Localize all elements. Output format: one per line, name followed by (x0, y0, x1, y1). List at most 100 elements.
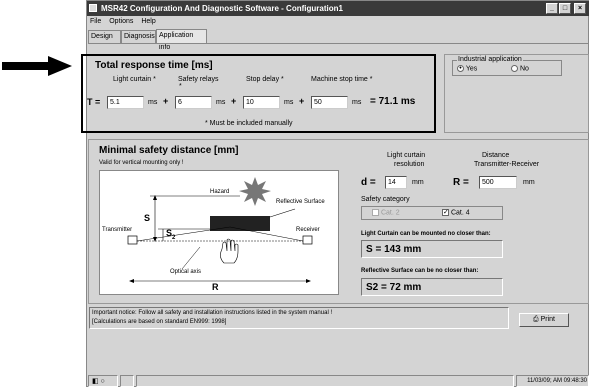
menu-file[interactable]: File (90, 18, 101, 25)
notice-box: Important notice: Follow all safety and … (89, 307, 509, 329)
radio-yes[interactable]: • Yes (457, 65, 477, 72)
safety-category-label: Safety category (361, 196, 410, 203)
receiver-label: Receiver (296, 227, 320, 233)
r-arrow-left (129, 279, 134, 283)
window-title: MSR42 Configuration And Diagnostic Softw… (101, 4, 343, 13)
light-curtain-unit: ms (148, 99, 158, 106)
menu-options[interactable]: Options (109, 18, 133, 25)
notice-line-1: Important notice: Follow all safety and … (92, 310, 333, 316)
distance-label-2: Transmitter-Receiver (474, 161, 540, 168)
s2-label: S2 (166, 228, 175, 241)
distance-label-1: Distance (482, 152, 510, 159)
cat4-box[interactable]: ✓ (442, 209, 449, 216)
distance-input[interactable]: 500 (479, 176, 517, 189)
stop-delay-col-label: Stop delay * (246, 76, 284, 83)
d-label: d = (361, 177, 376, 188)
app-window: MSR42 Configuration And Diagnostic Softw… (81, 0, 589, 387)
safety-relays-mark: * (179, 83, 182, 90)
hazard-icon (239, 177, 271, 206)
stop-delay-input[interactable]: 10 (243, 96, 280, 109)
radio-yes-dot[interactable]: • (457, 65, 464, 72)
status-timestamp: 11/03/09; AM 09:48:30 (516, 375, 589, 387)
optical-axis-pointer (181, 246, 201, 270)
plus-2: + (231, 96, 237, 106)
r-label: R (212, 282, 219, 292)
safety-relays-input[interactable]: 6 (175, 96, 212, 109)
reflective-surface-label: Reflective Surface (276, 199, 325, 205)
safety-diagram: Hazard Reflective Surface Transmitter Re… (99, 170, 339, 295)
cat2-checkbox[interactable]: Cat. 2 (372, 209, 400, 216)
result-s2-label: Reflective Surface can be no closer than… (361, 268, 479, 274)
cat4-checkbox[interactable]: ✓ Cat. 4 (442, 209, 470, 216)
hand-icon (220, 238, 239, 264)
total-response-value: = 71.1 ms (370, 96, 416, 107)
close-button[interactable]: × (574, 3, 586, 14)
connection-icon: ◧ ○ (92, 378, 105, 385)
status-cell-2 (120, 375, 134, 387)
response-time-panel: Total response time [ms] Light curtain *… (81, 54, 436, 133)
radio-no-label: No (519, 65, 529, 73)
maximize-button[interactable]: □ (559, 3, 571, 14)
industrial-panel: Industrial application • Yes No (444, 54, 589, 133)
response-title: Total response time [ms] (95, 60, 213, 71)
industrial-label: Industrial application (457, 56, 523, 63)
radio-no[interactable]: No (511, 65, 529, 72)
result-s-label: Light Curtain can be mounted no closer t… (361, 231, 491, 237)
transmitter-label: Transmitter (102, 227, 133, 233)
tab-application-info[interactable]: Application info (156, 29, 207, 51)
r-arrow-right (306, 279, 311, 283)
menu-bar: File Options Help (87, 16, 589, 28)
plus-1: + (163, 96, 169, 106)
radio-no-dot[interactable] (511, 65, 518, 72)
pointer-arrow-icon (2, 56, 72, 76)
machine-stop-input[interactable]: 50 (311, 96, 348, 109)
safety-relays-unit: ms (216, 99, 226, 106)
safety-distance-title: Minimal safety distance [mm] (99, 145, 239, 156)
safety-distance-subtitle: Valid for vertical mounting only ! (99, 160, 184, 166)
d-unit: mm (412, 179, 424, 186)
status-connection: ◧ ○ (88, 375, 118, 387)
safety-relays-col-label: Safety relays (178, 76, 219, 83)
result-s2-value: S2 = 72 mm (361, 278, 503, 296)
resolution-input[interactable]: 14 (385, 176, 407, 189)
s2-label-sub: 2 (172, 234, 176, 241)
title-bar: MSR42 Configuration And Diagnostic Softw… (87, 1, 589, 16)
light-curtain-input[interactable]: 5.1 (107, 96, 144, 109)
app-icon (89, 4, 97, 12)
print-button[interactable]: ⎙ Print (519, 313, 569, 327)
industrial-group: Industrial application • Yes No (452, 56, 562, 76)
machine-stop-unit: ms (352, 99, 362, 106)
minimize-button[interactable]: _ (546, 3, 558, 14)
machine-stop-col-label: Machine stop time * (311, 76, 373, 83)
optical-axis-label: Optical axis (170, 269, 202, 275)
printer-icon: ⎙ (533, 316, 539, 323)
plus-3: + (299, 96, 305, 106)
cat2-box[interactable] (372, 209, 379, 216)
manual-note: * Must be included manually (205, 120, 293, 127)
print-label: Print (540, 316, 555, 323)
light-curtain-col-label: Light curtain * (113, 76, 156, 83)
cat4-label: Cat. 4 (450, 209, 470, 217)
safety-distance-panel: Minimal safety distance [mm] Valid for v… (88, 139, 589, 304)
s-label: S (144, 213, 151, 223)
stop-delay-unit: ms (284, 99, 294, 106)
cat2-label: Cat. 2 (380, 209, 400, 217)
reflective-surface-pointer (269, 208, 296, 218)
radio-yes-label: Yes (465, 65, 478, 73)
tab-divider (88, 43, 588, 44)
resolution-label-2: resolution (394, 161, 425, 168)
t-label: T = (87, 97, 101, 107)
r-unit: mm (523, 179, 535, 186)
receiver-box (302, 235, 313, 245)
transmitter-box (127, 235, 138, 245)
r-input-label: R = (453, 177, 469, 188)
notice-line-2: [Calculations are based on standard EN99… (92, 319, 227, 325)
resolution-label-1: Light curtain (387, 152, 426, 159)
status-cell-3 (136, 375, 514, 387)
menu-help[interactable]: Help (141, 18, 155, 25)
result-s-value: S = 143 mm (361, 240, 503, 258)
tab-diagnosis[interactable]: Diagnosis (121, 30, 156, 43)
tab-design[interactable]: Design (88, 30, 121, 43)
hazard-label: Hazard (210, 189, 230, 195)
safety-category-group: Cat. 2 ✓ Cat. 4 (361, 206, 503, 220)
